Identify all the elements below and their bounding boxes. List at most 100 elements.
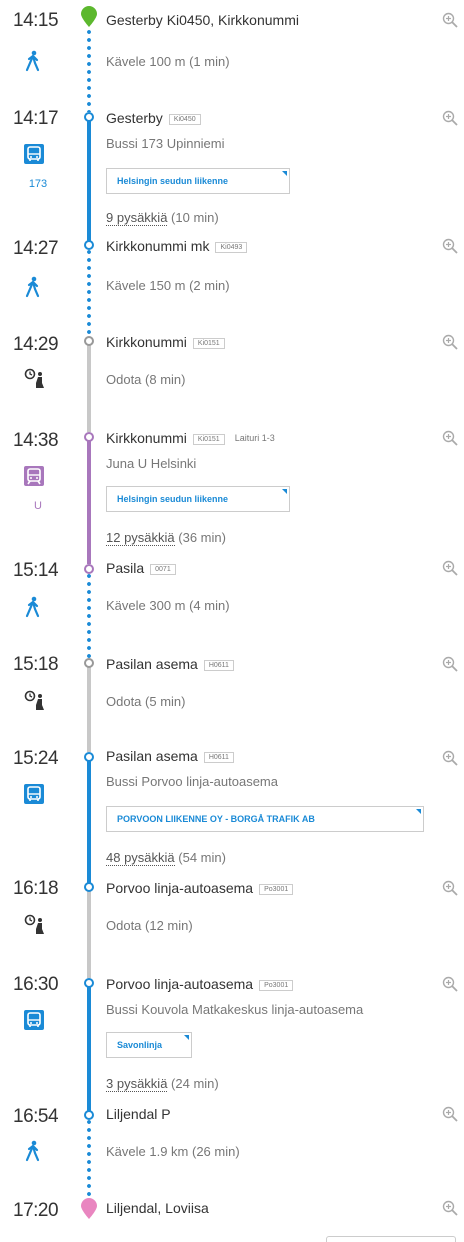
stop-code-badge: H0611	[203, 752, 234, 763]
stop-code-badge: Ki0151	[192, 434, 225, 445]
platform-label: Laituri 1-3	[234, 433, 275, 443]
stop-name-text: Pasilan asema	[106, 656, 198, 672]
stops-count: 12 pysäkkiä	[106, 530, 175, 546]
end-marker-icon	[81, 1198, 97, 1219]
stop-name-text: Porvoo linja-autoasema	[106, 976, 254, 992]
stop-code-badge: 0071	[150, 564, 176, 575]
wait-route-line	[87, 344, 91, 432]
stop-name[interactable]: Gesterby Ki0450	[106, 110, 201, 126]
leg-time: 15:18	[13, 654, 59, 675]
route-number: U	[34, 500, 42, 512]
stop-name-text: Kirkkonummi	[106, 430, 187, 446]
stops-duration: (54 min)	[178, 850, 226, 865]
wait-route-line	[87, 890, 91, 978]
leg-time: 17:20	[13, 1200, 59, 1221]
intermediate-stops-toggle[interactable]: 9 pysäkkiä (10 min)	[106, 210, 219, 226]
stop-name[interactable]: Pasila 0071	[106, 560, 176, 576]
start-marker-icon	[81, 6, 97, 27]
leg-description: Bussi Kouvola Matkakeskus linja-autoasem…	[106, 1002, 364, 1017]
stop-name-text: Kirkkonummi	[106, 334, 187, 350]
zoom-in-icon[interactable]	[442, 1200, 458, 1216]
stop-name[interactable]: Porvoo linja-autoasema Po3001	[106, 880, 294, 896]
stop-name[interactable]: Pasilan asema H0611	[106, 656, 234, 672]
zoom-in-icon[interactable]	[442, 334, 458, 350]
bus-icon	[24, 144, 44, 164]
zoom-in-icon[interactable]	[442, 976, 458, 992]
bus-icon	[24, 1010, 44, 1030]
stop-node	[84, 564, 94, 574]
stop-node	[84, 658, 94, 668]
walk-route-line	[87, 28, 91, 112]
bus-icon	[24, 784, 44, 804]
leg-time: 14:15	[13, 10, 59, 31]
stop-name-text: Pasila	[106, 560, 145, 576]
agency-link[interactable]: Helsingin seudun liikenne	[106, 486, 290, 512]
stop-code-badge: Ki0151	[192, 338, 225, 349]
train-icon	[24, 466, 44, 486]
stop-name[interactable]: Pasilan asema H0611	[106, 748, 234, 764]
stop-node	[84, 882, 94, 892]
zoom-in-icon[interactable]	[442, 1106, 458, 1122]
bottom-button-edge[interactable]	[326, 1236, 456, 1242]
wait-icon	[24, 914, 44, 934]
leg-description: Odota (8 min)	[106, 372, 186, 387]
train-route-line	[87, 440, 91, 564]
leg-description: Bussi 173 Upinniemi	[106, 136, 225, 151]
zoom-in-icon[interactable]	[442, 238, 458, 254]
stop-name-text: Gesterby	[106, 110, 163, 126]
leg-time: 15:24	[13, 748, 59, 769]
intermediate-stops-toggle[interactable]: 12 pysäkkiä (36 min)	[106, 530, 226, 546]
stop-code-badge: Ki0450	[168, 114, 201, 125]
stops-duration: (24 min)	[171, 1076, 219, 1091]
stop-node	[84, 1110, 94, 1120]
walk-route-line	[87, 1118, 91, 1200]
stop-name-text: Kirkkonummi mk	[106, 238, 210, 254]
leg-description: Kävele 150 m (2 min)	[106, 278, 230, 293]
bus-route-line	[87, 986, 91, 1112]
stop-name[interactable]: Liljendal P	[106, 1106, 171, 1122]
leg-description: Kävele 300 m (4 min)	[106, 598, 230, 613]
stop-code-badge: Ki0493	[215, 242, 248, 253]
zoom-in-icon[interactable]	[442, 880, 458, 896]
stop-node	[84, 978, 94, 988]
leg-time: 14:38	[13, 430, 59, 451]
stop-name-text: Liljendal P	[106, 1106, 171, 1122]
stops-count: 9 pysäkkiä	[106, 210, 168, 226]
zoom-in-icon[interactable]	[442, 430, 458, 446]
stop-name[interactable]: Gesterby Ki0450, Kirkkonummi	[106, 12, 299, 28]
leg-time: 16:18	[13, 878, 59, 899]
stop-name-text: Pasilan asema	[106, 748, 198, 764]
stop-node	[84, 432, 94, 442]
stop-name-text: Gesterby Ki0450, Kirkkonummi	[106, 12, 299, 28]
stop-code-badge: Po3001	[259, 884, 294, 895]
agency-link[interactable]: PORVOON LIIKENNE OY - BORGÅ TRAFIK AB	[106, 806, 424, 832]
leg-time: 15:14	[13, 560, 59, 581]
leg-time: 16:54	[13, 1106, 59, 1127]
walk-icon	[25, 596, 40, 618]
stop-name[interactable]: Kirkkonummi mk Ki0493	[106, 238, 248, 254]
leg-description: Bussi Porvoo linja-autoasema	[106, 774, 278, 789]
agency-link[interactable]: Helsingin seudun liikenne	[106, 168, 290, 194]
stop-code-badge: Po3001	[259, 980, 294, 991]
intermediate-stops-toggle[interactable]: 3 pysäkkiä (24 min)	[106, 1076, 219, 1092]
stop-name[interactable]: Kirkkonummi Ki0151 Laituri 1-3	[106, 430, 275, 446]
bus-route-line	[87, 760, 91, 884]
zoom-in-icon[interactable]	[442, 12, 458, 28]
zoom-in-icon[interactable]	[442, 656, 458, 672]
stop-name[interactable]: Porvoo linja-autoasema Po3001	[106, 976, 294, 992]
stop-name-text: Porvoo linja-autoasema	[106, 880, 254, 896]
wait-icon	[24, 368, 44, 388]
stop-name-text: Liljendal, Loviisa	[106, 1200, 209, 1216]
stop-code-badge: H0611	[203, 660, 234, 671]
stop-name[interactable]: Liljendal, Loviisa	[106, 1200, 209, 1216]
stop-name[interactable]: Kirkkonummi Ki0151	[106, 334, 225, 350]
stops-count: 3 pysäkkiä	[106, 1076, 168, 1092]
intermediate-stops-toggle[interactable]: 48 pysäkkiä (54 min)	[106, 850, 226, 866]
route-number: 173	[28, 178, 48, 190]
zoom-in-icon[interactable]	[442, 750, 458, 766]
zoom-in-icon[interactable]	[442, 560, 458, 576]
walk-route-line	[87, 248, 91, 336]
zoom-in-icon[interactable]	[442, 110, 458, 126]
walk-route-line	[87, 572, 91, 658]
agency-link[interactable]: Savonlinja	[106, 1032, 192, 1058]
